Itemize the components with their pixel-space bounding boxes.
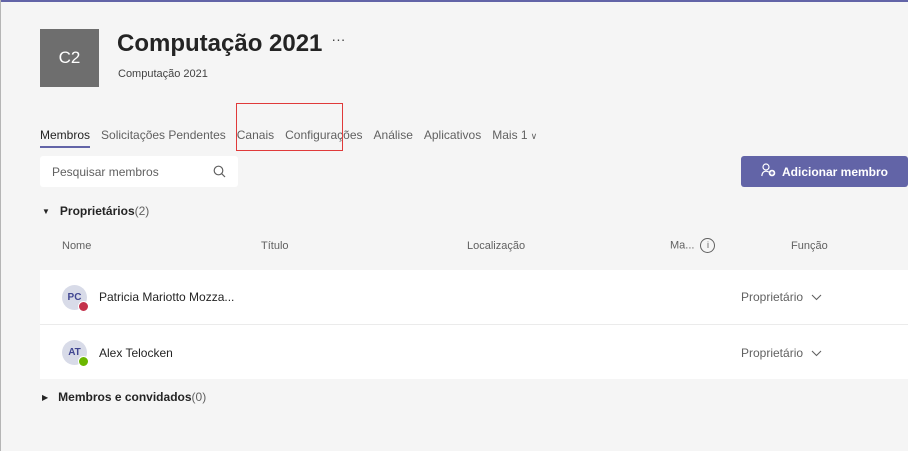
info-icon[interactable]: i [700, 238, 716, 253]
owners-count: (2) [134, 204, 150, 218]
chevron-down-icon [811, 294, 822, 300]
tab-analise[interactable]: Análise [374, 128, 413, 148]
more-options-icon[interactable]: ··· [331, 31, 345, 47]
team-title: Computação 2021 ··· [117, 30, 345, 58]
window-left-border [0, 0, 1, 451]
tab-configuracoes[interactable]: Configurações [285, 128, 362, 148]
chevron-down-icon: ∨ [530, 131, 538, 141]
caret-down-icon: ▼ [42, 206, 50, 216]
window-top-border [0, 0, 908, 2]
owners-section-label: Proprietários [59, 204, 135, 218]
caret-right-icon: ▶ [42, 392, 49, 402]
role-dropdown[interactable]: Proprietário [741, 346, 822, 360]
column-header-role[interactable]: Função [791, 240, 828, 252]
avatar[interactable]: PC [62, 285, 89, 312]
search-members-input[interactable]: Pesquisar membros [40, 156, 238, 187]
team-avatar-initials: C2 [58, 48, 81, 67]
add-member-label: Adicionar membro [781, 164, 889, 179]
role-label: Proprietário [741, 346, 804, 360]
members-section-toggle[interactable]: ▶ Membros e convidados (0) [42, 390, 206, 404]
team-name: Computação 2021 [117, 30, 323, 57]
search-placeholder: Pesquisar membros [52, 164, 159, 179]
column-header-name[interactable]: Nome [62, 240, 91, 252]
tab-membros[interactable]: Membros [40, 128, 91, 148]
role-dropdown[interactable]: Proprietário [741, 290, 822, 304]
add-person-icon [761, 163, 782, 180]
tab-canais[interactable]: Canais [237, 128, 274, 148]
search-icon[interactable] [213, 165, 226, 178]
owners-section-toggle[interactable]: ▼ Proprietários (2) [42, 204, 149, 218]
tab-solicitacoes-pendentes[interactable]: Solicitações Pendentes [101, 128, 226, 148]
tab-mais[interactable]: Mais 1 ∨ [492, 128, 537, 148]
column-header-location[interactable]: Localização [467, 240, 525, 252]
role-label: Proprietário [741, 290, 804, 304]
member-name[interactable]: Patricia Mariotto Mozza... [99, 290, 234, 304]
tab-mais-label: Mais 1 [492, 128, 528, 142]
team-subtitle: Computação 2021 [118, 68, 208, 80]
add-member-button[interactable]: Adicionar membro [741, 156, 908, 187]
tab-bar: Membros Solicitações Pendentes Canais Co… [40, 128, 548, 148]
chevron-down-icon [811, 350, 822, 356]
presence-available-icon [78, 356, 89, 367]
member-name[interactable]: Alex Telocken [99, 346, 173, 360]
tab-aplicativos[interactable]: Aplicativos [424, 128, 481, 148]
members-count: (0) [191, 390, 207, 404]
avatar[interactable]: AT [62, 340, 89, 367]
column-header-ma-label: Ma... [670, 239, 695, 252]
team-avatar: C2 [40, 29, 99, 87]
column-header-ma[interactable]: Ma... i [670, 238, 716, 253]
presence-busy-icon [78, 301, 89, 312]
members-section-label: Membros e convidados [58, 390, 192, 404]
column-header-title[interactable]: Título [261, 240, 289, 252]
